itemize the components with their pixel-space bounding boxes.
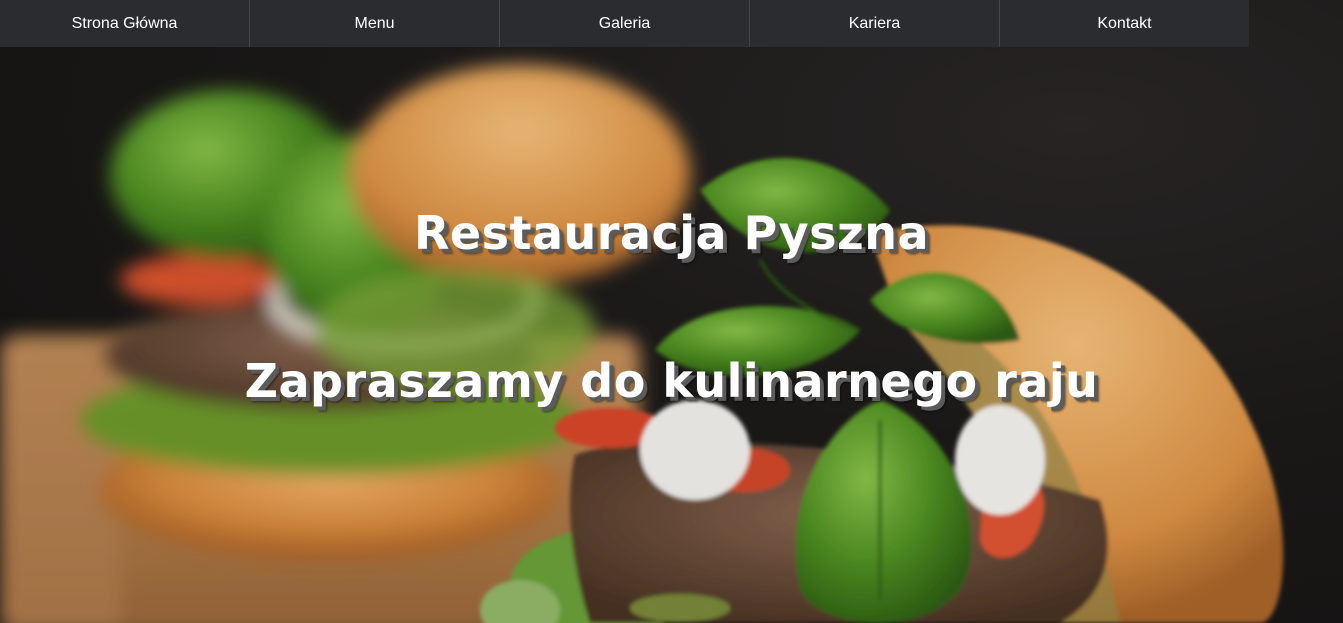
nav-item-menu[interactable]: Menu [250,0,500,47]
hero-title: Restauracja Pyszna [413,206,930,260]
nav-item-career[interactable]: Kariera [750,0,1000,47]
nav-item-contact[interactable]: Kontakt [1000,0,1249,47]
nav-item-gallery[interactable]: Galeria [500,0,750,47]
hero-background-image [0,0,1343,623]
main-navigation: Strona Główna Menu Galeria Kariera Konta… [0,0,1249,47]
burger-photo [0,0,1343,623]
page: Strona Główna Menu Galeria Kariera Konta… [0,0,1343,623]
nav-item-home[interactable]: Strona Główna [0,0,250,47]
hero-subtitle: Zapraszamy do kulinarnego raju [244,354,1099,408]
